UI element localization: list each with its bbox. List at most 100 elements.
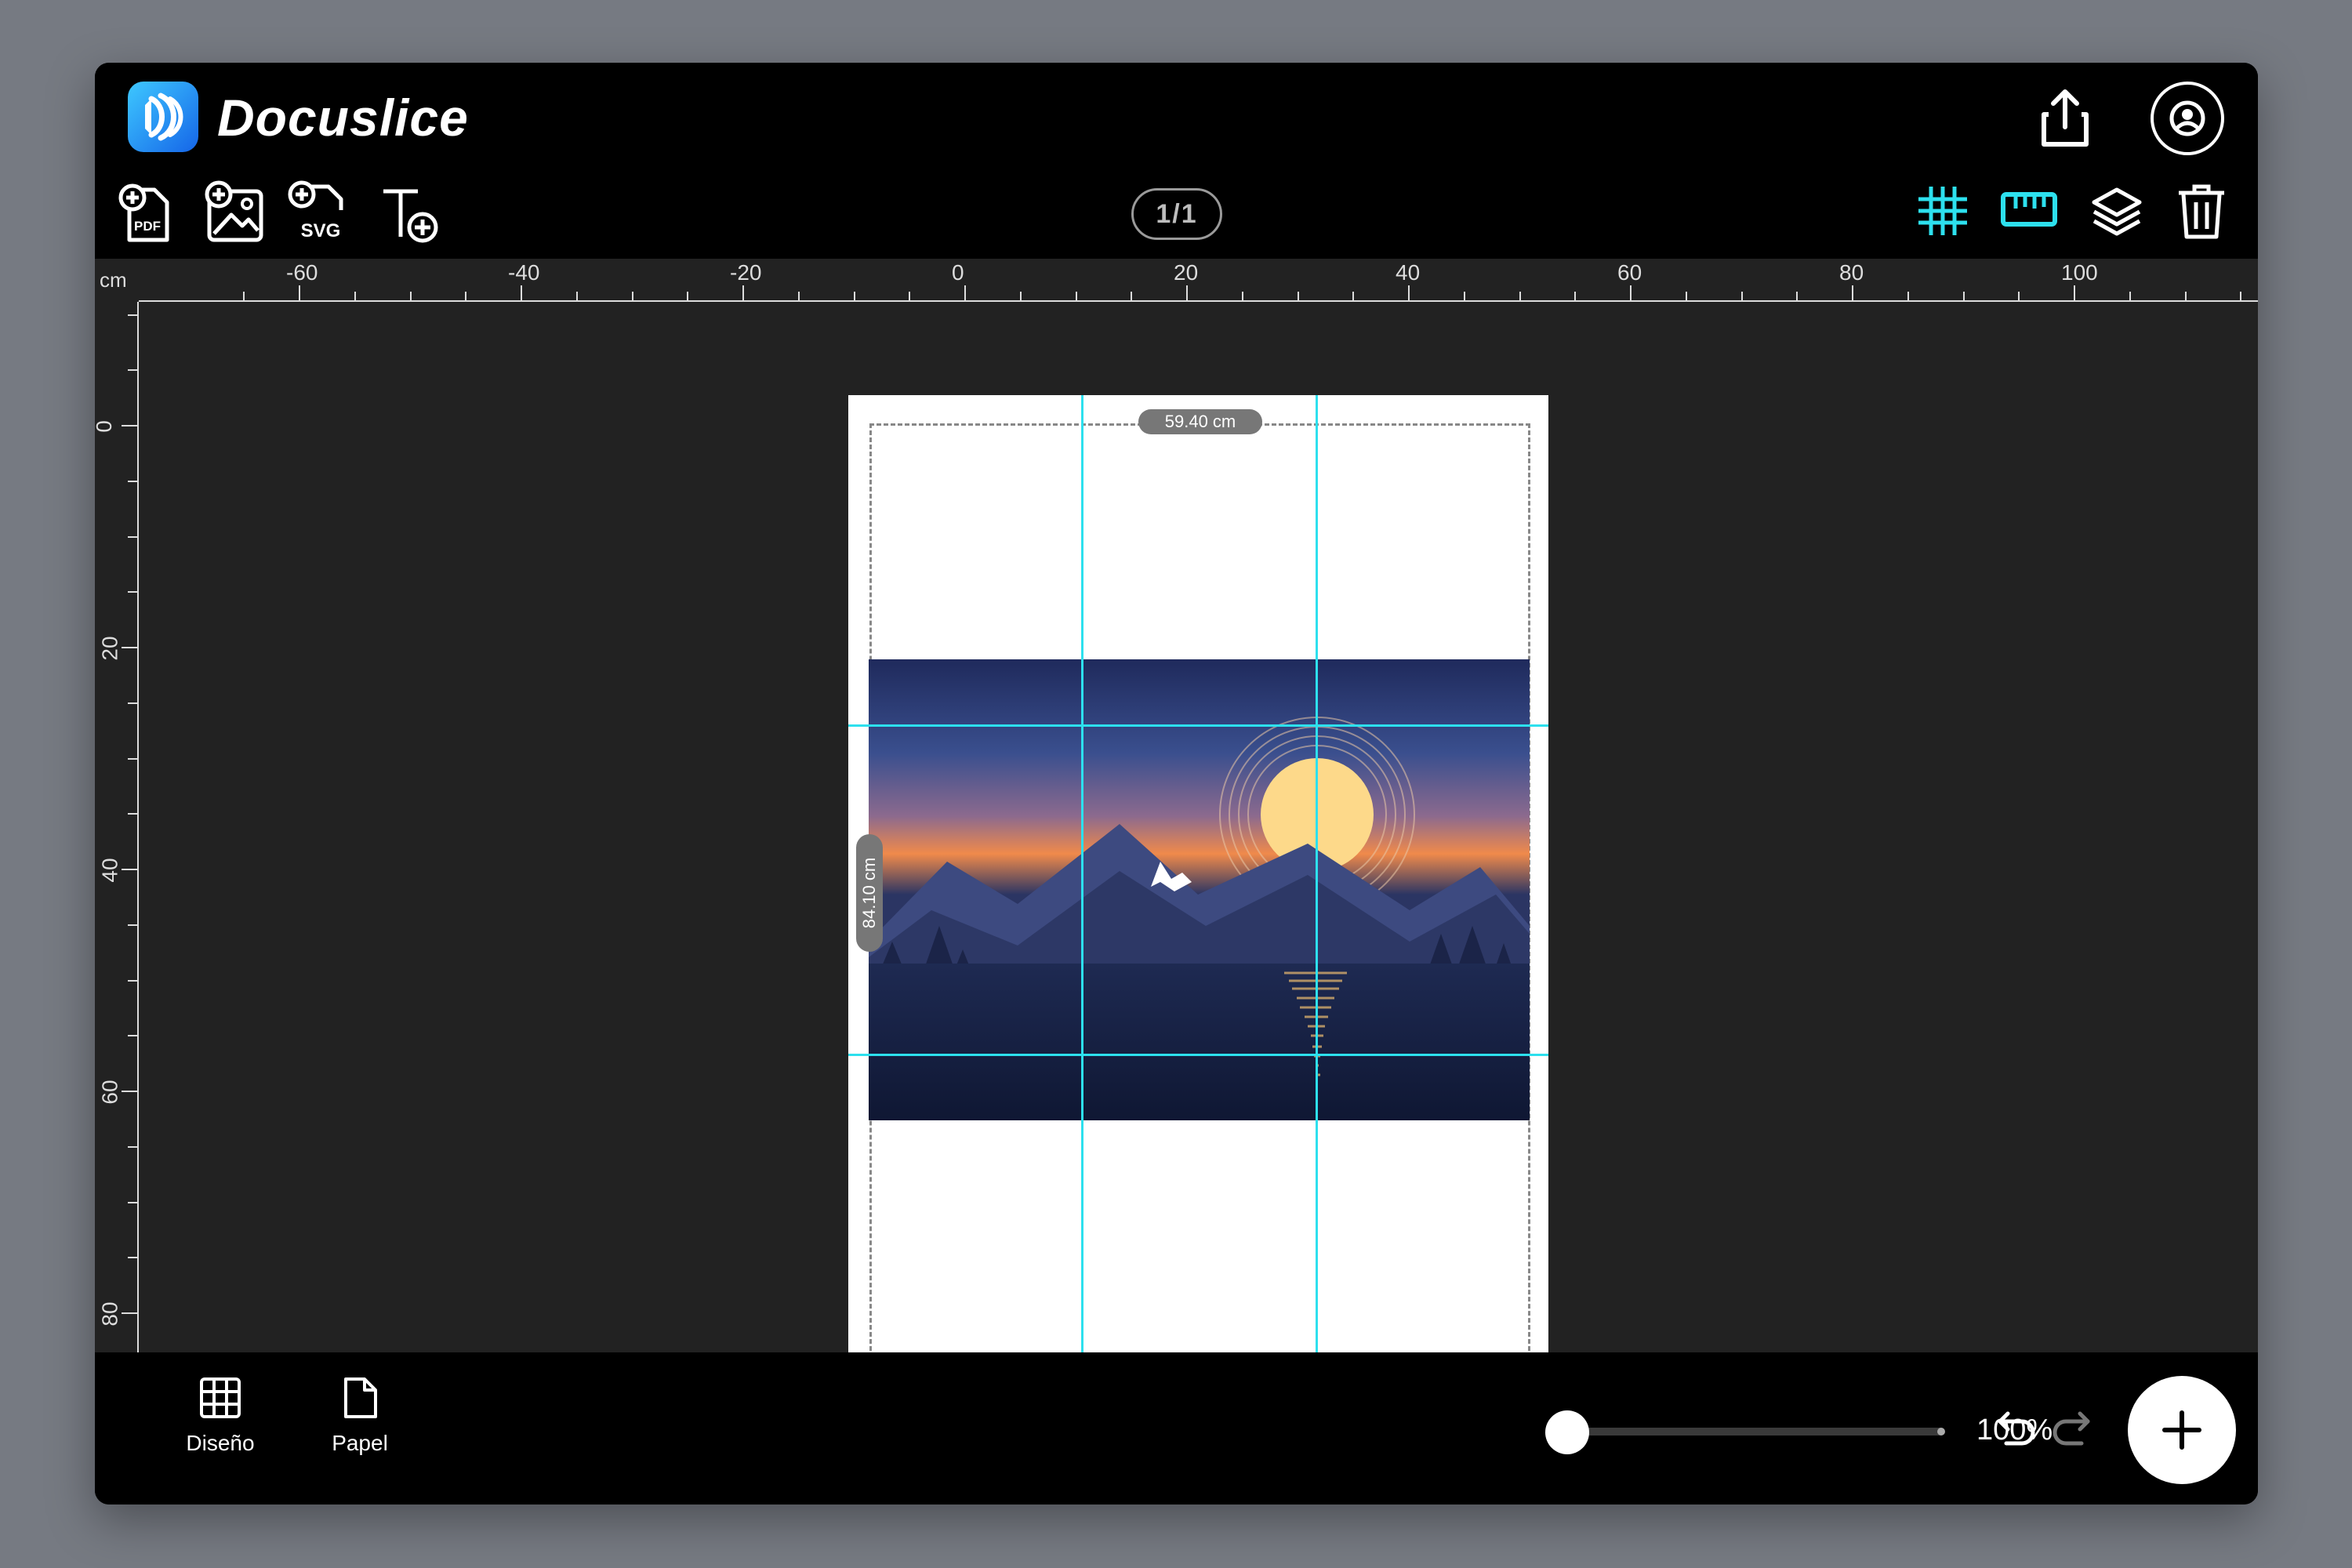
grid-guide-horizontal[interactable]: [848, 1054, 1548, 1056]
ruler-left-label: 40: [97, 858, 122, 883]
logo-icon: [145, 93, 183, 141]
grid-guide-vertical[interactable]: [1316, 395, 1318, 1383]
redo-button[interactable]: [2049, 1406, 2092, 1450]
svg-glyph-label: SVG: [301, 220, 341, 241]
ruler-tick: [409, 292, 412, 301]
account-button[interactable]: [2149, 80, 2226, 157]
page-indicator[interactable]: 1/1: [1131, 188, 1222, 240]
ruler-tick: [2074, 285, 2075, 301]
top-bar: Docuslice PDF SVG 1/1: [95, 63, 2258, 259]
ruler-top-label: -40: [508, 260, 540, 285]
ruler-tick: [1241, 292, 1243, 301]
paper-sheet[interactable]: 59.40 cm 84.10 cm: [848, 395, 1548, 1383]
ruler-tick: [128, 535, 137, 538]
ruler-tick: [964, 285, 966, 301]
add-image-icon: [205, 180, 263, 242]
grid-toggle-button[interactable]: [1915, 183, 1970, 238]
landscape-image[interactable]: [869, 659, 1530, 1120]
landscape-artwork: [869, 659, 1530, 1120]
ruler-tick: [575, 292, 578, 301]
add-svg-button[interactable]: SVG: [286, 179, 349, 245]
ruler-left-label: 60: [97, 1080, 122, 1105]
ruler-tick: [128, 757, 137, 760]
bottom-bar: Diseño Papel 100%: [95, 1352, 2258, 1504]
ruler-tick: [1075, 292, 1077, 301]
ruler-tick: [122, 1312, 137, 1314]
grid-guide-vertical[interactable]: [1081, 395, 1083, 1383]
ruler-tick: [1962, 292, 1965, 301]
add-fab-button[interactable]: [2128, 1376, 2236, 1484]
account-icon: [2151, 82, 2224, 155]
vertical-ruler[interactable]: 0 20 40 60 80: [95, 302, 139, 1352]
ruler-tick: [1574, 292, 1577, 301]
ruler-tick: [2018, 292, 2020, 301]
ruler-top-label: 20: [1174, 260, 1199, 285]
ruler-top-label: -20: [730, 260, 762, 285]
ruler-tick: [1131, 292, 1133, 301]
nav-diseno[interactable]: Diseño: [165, 1376, 275, 1456]
ruler-tick: [1907, 292, 1909, 301]
plus-icon: [2162, 1410, 2201, 1450]
layers-button[interactable]: [2091, 185, 2143, 240]
ruler-tick: [122, 425, 137, 426]
paper-height-handle[interactable]: 84.10 cm: [856, 834, 883, 952]
ruler-tick: [128, 1257, 137, 1259]
ruler-tick: [1408, 285, 1410, 301]
ruler-tick: [742, 285, 744, 301]
ruler-left-label: 80: [97, 1301, 122, 1327]
ruler-tick: [687, 292, 689, 301]
add-pdf-button[interactable]: PDF: [118, 182, 175, 245]
canvas-area[interactable]: -60-40-20020406080100120 020406080 cm: [95, 259, 2258, 1383]
ruler-top-label: 80: [1839, 260, 1864, 285]
ruler-tick: [299, 285, 300, 301]
ruler-tick: [1685, 292, 1687, 301]
add-image-button[interactable]: [203, 180, 266, 245]
ruler-top-label: -60: [286, 260, 318, 285]
ruler-tick: [2240, 292, 2242, 301]
add-text-icon: [383, 189, 438, 243]
ruler-tick: [354, 292, 356, 301]
ruler-tick: [1519, 292, 1521, 301]
nav-papel-label: Papel: [332, 1431, 388, 1455]
horizontal-ruler[interactable]: -60-40-20020406080100120: [139, 259, 2258, 302]
ruler-icon: [2001, 192, 2057, 227]
add-text-button[interactable]: [379, 183, 441, 246]
paper-height-label: 84.10 cm: [859, 857, 879, 929]
ruler-tick: [631, 292, 633, 301]
zoom-slider-track[interactable]: [1559, 1428, 1944, 1436]
ruler-tick: [128, 924, 137, 926]
ruler-top-label: 40: [1396, 260, 1421, 285]
ruler-tick: [128, 702, 137, 704]
share-button[interactable]: [2038, 86, 2092, 149]
nav-diseno-label: Diseño: [186, 1431, 255, 1455]
delete-button[interactable]: [2176, 182, 2227, 241]
grid-guide-horizontal[interactable]: [848, 724, 1548, 727]
ruler-tick: [797, 292, 800, 301]
grid-icon: [1918, 187, 1967, 235]
paper-width-label: 59.40 cm: [1138, 409, 1262, 434]
ruler-tick: [128, 591, 137, 593]
ruler-tick: [128, 1145, 137, 1148]
undo-button[interactable]: [1995, 1406, 2039, 1450]
add-svg-icon: SVG: [288, 180, 343, 241]
undo-icon: [1998, 1411, 2035, 1446]
ruler-tick: [909, 292, 911, 301]
ruler-tick: [2184, 292, 2187, 301]
redo-icon: [2053, 1411, 2090, 1446]
page-icon: [344, 1377, 377, 1418]
ruler-tick: [2129, 292, 2131, 301]
ruler-tick: [122, 647, 137, 648]
ruler-tick: [122, 1091, 137, 1092]
app-window: Docuslice PDF SVG 1/1 -60 -40 -20 0 20 4…: [95, 63, 2258, 1504]
ruler-tick: [128, 813, 137, 815]
ruler-toggle-button[interactable]: [2000, 190, 2058, 230]
ruler-tick: [128, 1035, 137, 1037]
ruler-tick: [1463, 292, 1465, 301]
ruler-tick: [1630, 285, 1632, 301]
zoom-slider-handle[interactable]: [1545, 1410, 1589, 1454]
pdf-glyph-label: PDF: [134, 219, 161, 234]
ruler-tick: [1852, 285, 1853, 301]
nav-papel[interactable]: Papel: [305, 1376, 415, 1456]
ruler-tick: [128, 480, 137, 482]
ruler-tick: [853, 292, 855, 301]
